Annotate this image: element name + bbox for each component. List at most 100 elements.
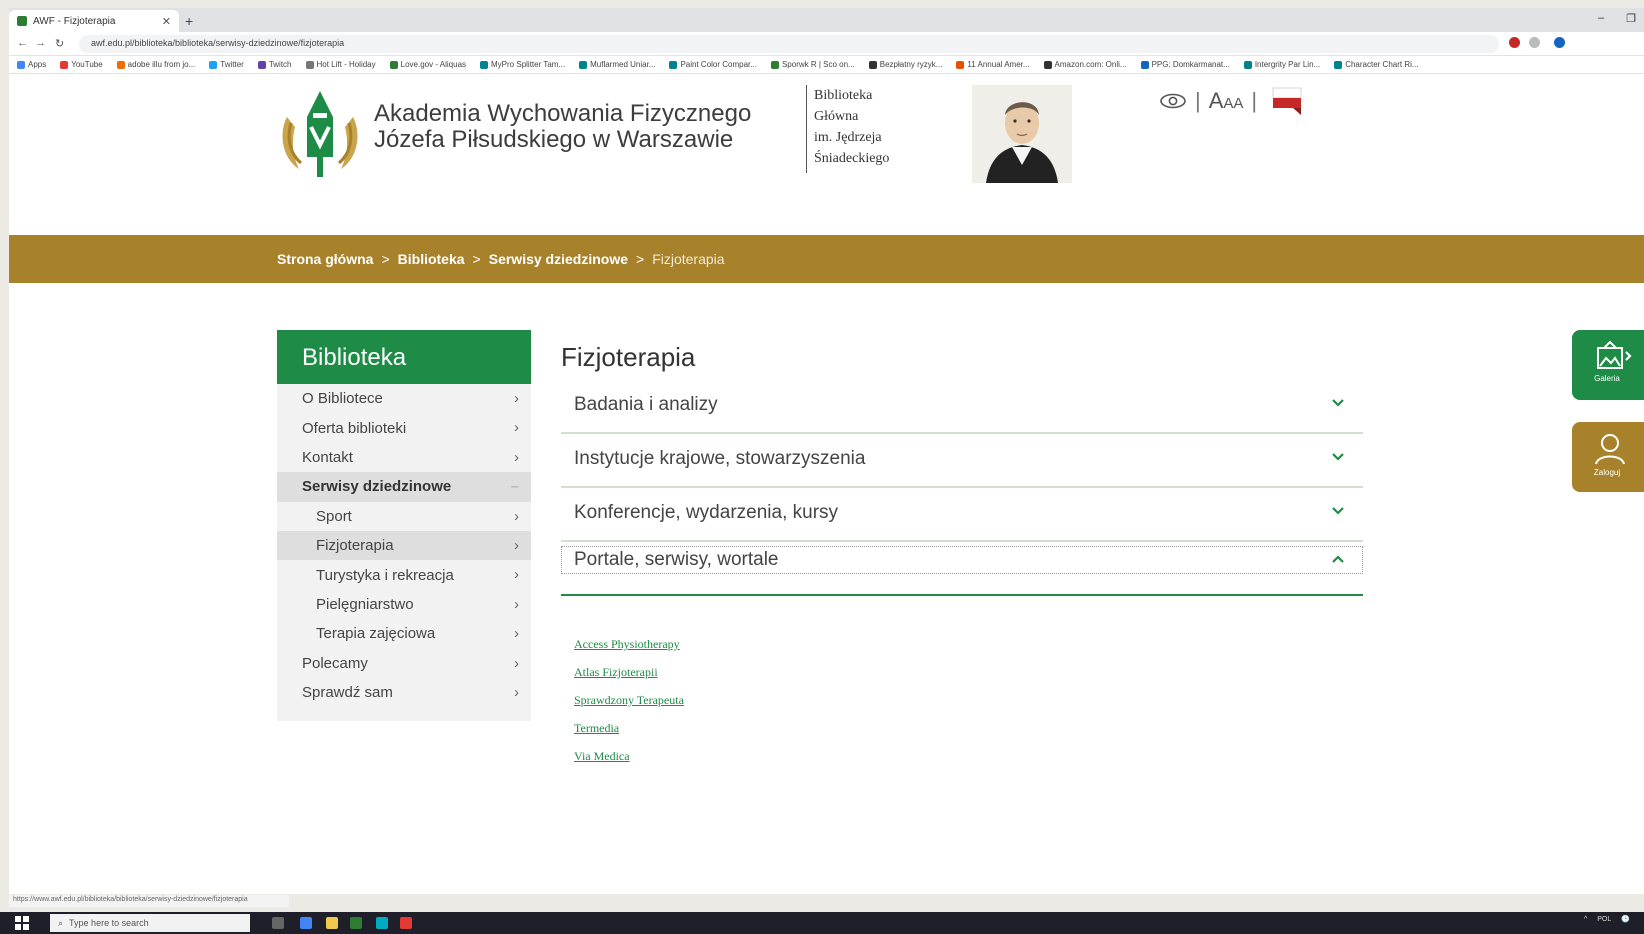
breadcrumb-link-serwisy[interactable]: Serwisy dziedzinowe (489, 251, 628, 267)
link-via-medica[interactable]: Via Medica (574, 746, 684, 774)
app-icon[interactable] (350, 917, 362, 929)
browser-tab[interactable]: AWF - Fizjoterapia ✕ (9, 10, 179, 32)
link-termedia[interactable]: Termedia (574, 718, 684, 746)
youtube-icon (60, 60, 69, 69)
bookmark-item[interactable]: adobe illu from jo... (116, 60, 195, 69)
link-sprawdzony-terapeuta[interactable]: Sprawdzony Terapeuta (574, 690, 684, 718)
clock-icon[interactable]: 🕒 (1621, 915, 1630, 923)
sidebar-item-oferta[interactable]: Oferta biblioteki › (277, 413, 531, 442)
url-input[interactable]: awf.edu.pl/biblioteka/biblioteka/serwisy… (79, 35, 1499, 53)
link-access-physiotherapy[interactable]: Access Physiotherapy (574, 634, 684, 662)
page-title: Fizjoterapia (561, 342, 696, 372)
accordion-portale[interactable]: Portale, serwisy, wortale (561, 542, 1363, 596)
login-button[interactable]: Zaloguj (1572, 422, 1644, 492)
bookmark-item[interactable]: YouTube (60, 60, 103, 69)
bookmark-icon (389, 60, 398, 69)
language-indicator[interactable]: POL (1597, 916, 1611, 923)
breadcrumb: Strona główna > Biblioteka > Serwisy dzi… (277, 251, 725, 267)
bookmark-item[interactable]: Sporwk R | Sco on... (770, 60, 855, 69)
contrast-eye-icon[interactable] (1159, 93, 1187, 109)
maximize-icon[interactable]: ❐ (1626, 12, 1636, 25)
gallery-button[interactable]: Galeria (1572, 330, 1644, 400)
apps-icon (17, 60, 25, 69)
chevron-right-icon: › (514, 683, 519, 701)
sidebar-item-serwisy-dziedzinowe[interactable]: Serwisy dziedzinowe – (277, 472, 531, 502)
app-icon[interactable] (400, 917, 412, 929)
profile-avatar[interactable] (1554, 37, 1565, 48)
chevron-down-icon (1332, 399, 1344, 407)
breadcrumb-separator: > (636, 251, 645, 267)
chevron-right-icon: › (514, 595, 519, 613)
browser-tab-strip: AWF - Fizjoterapia ✕ + – ❐ (9, 8, 1644, 32)
amazon-icon (1043, 60, 1052, 69)
bookmark-item[interactable]: Intergrity Par Lin... (1243, 60, 1320, 69)
sidebar-item-sprawdz-sam[interactable]: Sprawdź sam › (277, 678, 531, 707)
search-icon: ⌕ (58, 917, 64, 928)
university-name[interactable]: Akademia Wychowania Fizycznego Józefa Pi… (374, 101, 751, 153)
breadcrumb-link-home[interactable]: Strona główna (277, 251, 373, 267)
chevron-right-icon: › (514, 507, 519, 525)
bookmark-item[interactable]: 11 Annual Amer... (956, 60, 1030, 69)
sidebar-item-polecamy[interactable]: Polecamy › (277, 649, 531, 678)
bookmark-item[interactable]: MyPro Splitter Tam... (480, 60, 565, 69)
bookmark-item[interactable]: Twitter (209, 60, 244, 69)
breadcrumb-link-biblioteka[interactable]: Biblioteka (398, 251, 465, 267)
file-explorer-icon[interactable] (326, 917, 338, 929)
sidebar-subitem-sport[interactable]: Sport › (277, 502, 531, 531)
screen: AWF - Fizjoterapia ✕ + – ❐ ← → ↻ awf.edu… (0, 0, 1644, 934)
font-size-button[interactable]: AAA (1209, 88, 1244, 114)
back-icon[interactable]: ← (17, 37, 28, 49)
address-bar-row: ← → ↻ awf.edu.pl/biblioteka/biblioteka/s… (9, 32, 1644, 56)
tray-chevron-icon[interactable]: ^ (1584, 916, 1587, 923)
sidebar-subitem-pielegniarstwo[interactable]: Pielęgniarstwo › (277, 590, 531, 619)
bookmark-icon (579, 60, 588, 69)
chevron-right-icon: › (514, 566, 519, 584)
chevron-down-icon (1332, 507, 1344, 515)
bookmark-item[interactable]: Bezpłatny ryzyk... (868, 60, 942, 69)
taskbar-search-input[interactable]: ⌕ Type here to search (50, 914, 250, 932)
reload-icon[interactable]: ↻ (55, 37, 64, 50)
accordion-badania[interactable]: Badania i analizy (561, 380, 1363, 434)
accordion-konferencje[interactable]: Konferencje, wydarzenia, kursy (561, 488, 1363, 542)
bookmark-item[interactable]: Twitch (257, 60, 292, 69)
bookmark-item[interactable]: PPG: Domkarmanat... (1140, 60, 1230, 69)
forward-icon[interactable]: → (35, 37, 46, 49)
bookmark-item[interactable]: Paint Color Compar... (669, 60, 757, 69)
bookmark-item[interactable]: Character Chart Ri... (1334, 60, 1419, 69)
bookmark-item[interactable]: Muflarmed Uniar... (579, 60, 655, 69)
sidebar-menu: O Bibliotece › Oferta biblioteki › Kontakt… (277, 384, 531, 721)
bookmark-item[interactable]: Love.gov - Aliquas (389, 60, 466, 69)
web-page: Akademia Wychowania Fizycznego Józefa Pi… (9, 74, 1644, 894)
bookmark-item[interactable]: Apps (17, 60, 46, 69)
sidebar-item-o-bibliotece[interactable]: O Bibliotece › (277, 384, 531, 413)
chevron-right-icon: › (514, 390, 519, 407)
extension-icon[interactable] (1529, 37, 1540, 48)
tab-close-icon[interactable]: ✕ (162, 15, 171, 28)
sidebar-subitem-fizjoterapia[interactable]: Fizjoterapia › (277, 530, 531, 561)
accordion-instytucje[interactable]: Instytucje krajowe, stowarzyszenia (561, 434, 1363, 488)
bookmark-icon (868, 60, 877, 69)
sidebar-title[interactable]: Biblioteka (277, 330, 531, 384)
login-label: Zaloguj (1593, 468, 1621, 477)
bookmark-icon (669, 60, 678, 69)
sidebar-subitem-turystyka[interactable]: Turystyka i rekreacja › (277, 560, 531, 589)
bookmark-item[interactable]: Amazon.com: Onli... (1043, 60, 1127, 69)
breadcrumb-separator: > (381, 251, 390, 267)
link-atlas-fizjoterapii[interactable]: Atlas Fizjoterapii (574, 662, 684, 690)
chrome-icon[interactable] (300, 917, 312, 929)
minimize-icon[interactable]: – (1598, 12, 1604, 25)
new-tab-icon[interactable]: + (185, 13, 193, 29)
language-flag-icon[interactable] (1271, 86, 1303, 116)
sidebar-item-kontakt[interactable]: Kontakt › (277, 443, 531, 472)
chevron-down-icon: – (510, 478, 519, 496)
bookmark-item[interactable]: Hot Lift - Holiday (305, 60, 376, 69)
windows-start-icon[interactable] (15, 916, 29, 930)
chevron-right-icon: › (514, 536, 519, 554)
task-view-icon[interactable] (272, 917, 284, 929)
app-icon[interactable] (376, 917, 388, 929)
awf-logo-icon[interactable] (277, 87, 363, 179)
extension-icon[interactable] (1509, 37, 1520, 48)
sidebar-subitem-terapia-zajeciowa[interactable]: Terapia zajęciowa › (277, 619, 531, 648)
system-tray: ^ POL 🕒 (1584, 915, 1630, 924)
chevron-right-icon: › (514, 419, 519, 437)
